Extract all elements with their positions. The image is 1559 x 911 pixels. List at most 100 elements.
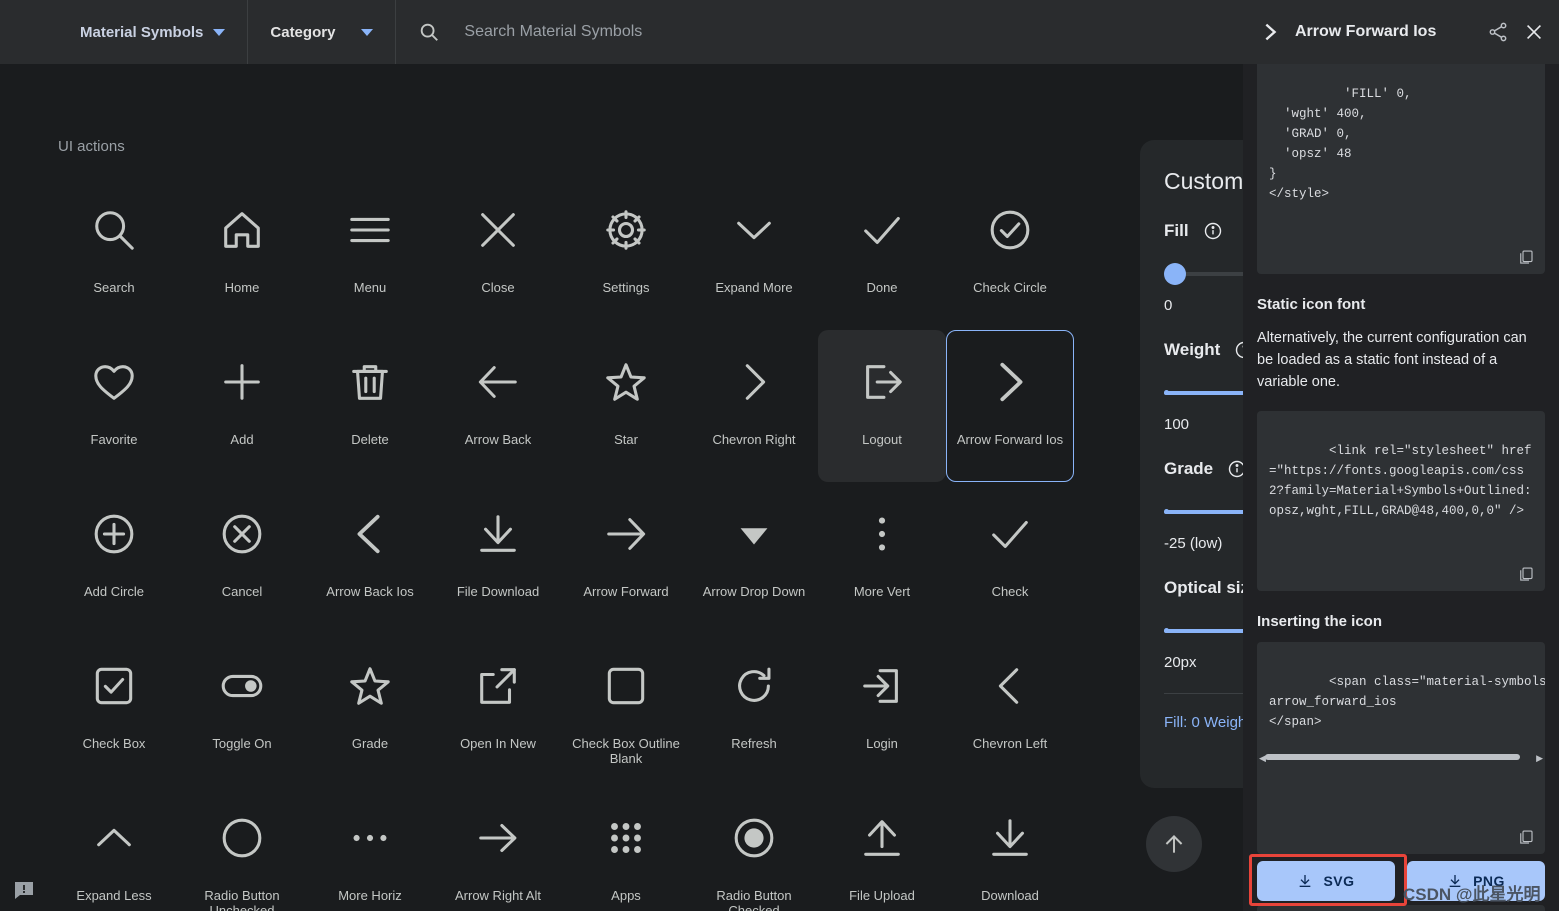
icon-tile-label: Open In New [460,736,536,751]
icon-tile-check-box[interactable]: Check Box [50,634,178,786]
static-font-paragraph: Alternatively, the current configuration… [1257,330,1527,390]
static-font-code-block[interactable]: <link rel="stylesheet" href="https://fon… [1257,411,1545,591]
icon-tile-label: Menu [353,280,387,295]
feedback-button[interactable] [12,878,36,902]
icon-tile-logout[interactable]: Logout [818,330,946,482]
icon-tile-expand-more[interactable]: Expand More [690,178,818,330]
info-icon[interactable] [1203,221,1223,241]
copy-icon[interactable] [1517,828,1535,846]
cancel-icon [218,510,266,558]
icon-tile-label: Add [230,432,254,447]
icon-tile-label: Cancel [221,584,263,599]
icon-tile-done[interactable]: Done [818,178,946,330]
category-selector-label: Category [270,23,336,41]
icon-tile-expand-less[interactable]: Expand Less [50,786,178,911]
scroll-to-top-button[interactable] [1146,816,1202,872]
close-icon[interactable] [1523,21,1545,43]
static-font-heading: Static icon font [1257,296,1366,313]
icon-tile-menu[interactable]: Menu [306,178,434,330]
icon-tile-arrow-forward[interactable]: Arrow Forward [562,482,690,634]
check-circle-icon [986,206,1034,254]
icon-tile-apps[interactable]: Apps [562,786,690,911]
icon-tile-cancel[interactable]: Cancel [178,482,306,634]
icon-tile-home[interactable]: Home [178,178,306,330]
weight-slider-start [1164,390,1169,395]
icon-tile-login[interactable]: Login [818,634,946,786]
icon-tile-check[interactable]: Check [946,482,1074,634]
share-icon[interactable] [1487,21,1509,43]
fill-slider-thumb[interactable] [1164,263,1186,285]
search-bar[interactable] [396,0,1243,64]
search-input[interactable] [464,23,1243,41]
icon-tile-delete[interactable]: Delete [306,330,434,482]
icon-tile-file-upload[interactable]: File Upload [818,786,946,911]
icon-tile-label: Arrow Forward Ios [956,432,1064,447]
download-svg-button[interactable]: SVG [1257,861,1395,901]
icon-tile-label: Check [991,584,1029,599]
icon-tile-label: Add Circle [84,584,144,599]
icon-tile-label: File Upload [849,888,915,903]
icon-tile-arrow-back-ios[interactable]: Arrow Back Ios [306,482,434,634]
icon-tile-star[interactable]: Star [562,330,690,482]
copy-icon[interactable] [1517,565,1535,583]
copy-icon[interactable] [1517,248,1535,266]
icon-tile-arrow-drop-down[interactable]: Arrow Drop Down [690,482,818,634]
file-upload-icon [858,814,906,862]
icon-tile-file-download[interactable]: File Download [434,482,562,634]
scrollbar-thumb[interactable] [1265,754,1520,760]
icon-tile-search[interactable]: Search [50,178,178,330]
settings-gear-icon [602,206,650,254]
icon-tile-label: Arrow Forward [583,584,669,599]
arrow-upward-icon [1165,835,1183,853]
icon-tile-toggle-on[interactable]: Toggle On [178,634,306,786]
icon-tile-arrow-right-alt[interactable]: Arrow Right Alt [434,786,562,911]
icon-grid: Search Home Menu Close Settings Expand More Do… [50,178,1080,911]
weight-label: Weight [1164,340,1221,359]
icon-tile-label: Search [93,280,135,295]
close-icon [474,206,522,254]
optical-size-slider-thumb[interactable] [1164,628,1169,633]
icon-tile-label: Refresh [731,736,777,751]
check-icon [986,510,1034,558]
grade-slider-thumb[interactable] [1164,509,1169,514]
icon-tile-favorite[interactable]: Favorite [50,330,178,482]
static-font-code: <link rel="stylesheet" href="https://fon… [1269,444,1532,518]
home-icon [218,206,266,254]
watermark: CSDN @此星光明 [1403,885,1541,904]
icon-tile-label: Star [614,432,638,447]
variable-font-code-block[interactable]: 'FILL' 0, 'wght' 400, 'GRAD' 0, 'opsz' 4… [1257,64,1545,274]
code-horizontal-scrollbar[interactable]: ◀ ▶ [1257,752,1545,763]
trash-icon [346,358,394,406]
download-icon [986,814,1034,862]
icon-tile-label: Chevron Right [712,432,796,447]
icon-tile-check-box-outline-blank[interactable]: Check Box Outline Blank [562,634,690,786]
category-selector[interactable]: Category [248,0,397,64]
icon-tile-close[interactable]: Close [434,178,562,330]
section-title: UI actions [58,138,125,155]
chevron-right-icon[interactable] [1259,21,1281,43]
variable-font-code: 'FILL' 0, 'wght' 400, 'GRAD' 0, 'opsz' 4… [1269,87,1412,201]
icon-tile-arrow-forward-ios[interactable]: Arrow Forward Ios [946,330,1074,482]
icon-tile-refresh[interactable]: Refresh [690,634,818,786]
icon-tile-radio-button-checked[interactable]: Radio Button Checked [690,786,818,911]
icon-tile-radio-button-unchecked[interactable]: Radio Button Unchecked [178,786,306,911]
check-box-icon [90,662,138,710]
icon-tile-settings[interactable]: Settings [562,178,690,330]
icon-tile-add-circle[interactable]: Add Circle [50,482,178,634]
icon-tile-check-circle[interactable]: Check Circle [946,178,1074,330]
icon-tile-arrow-back[interactable]: Arrow Back [434,330,562,482]
grade-label: Grade [1164,459,1214,478]
icon-tile-download[interactable]: Download [946,786,1074,911]
icon-tile-label: Download [981,888,1039,903]
family-selector[interactable]: Material Symbols [0,0,249,64]
icon-tile-add[interactable]: Add [178,330,306,482]
icon-tile-open-in-new[interactable]: Open In New [434,634,562,786]
icon-tile-more-horiz[interactable]: More Horiz [306,786,434,911]
icon-tile-chevron-left[interactable]: Chevron Left [946,634,1074,786]
icon-tile-grade[interactable]: Grade [306,634,434,786]
inserting-icon-code-block[interactable]: <span class="material-symbols-outlined" … [1257,642,1545,752]
icon-tile-label: More Vert [853,584,911,599]
icon-tile-more-vert[interactable]: More Vert [818,482,946,634]
radio-button-unchecked-icon [218,814,266,862]
icon-tile-chevron-right[interactable]: Chevron Right [690,330,818,482]
